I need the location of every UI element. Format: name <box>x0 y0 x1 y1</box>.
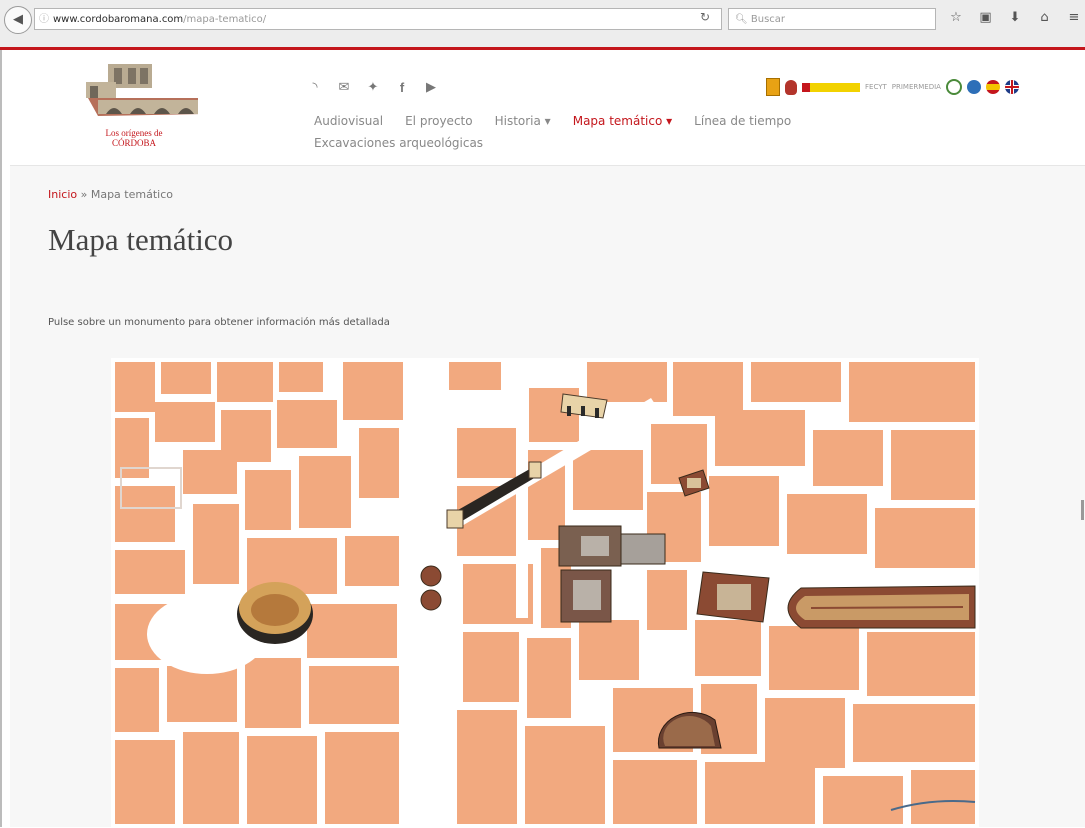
main-nav: Audiovisual El proyecto Historia ▾ Mapa … <box>314 110 914 154</box>
language-es-icon[interactable] <box>985 80 1000 94</box>
menu-icon[interactable]: ≡ <box>1066 10 1082 25</box>
site-header: Los orígenes de CÓRDOBA ◝ ✉ ✦ f ▶ Audiov… <box>10 50 1085 166</box>
breadcrumb-current: Mapa temático <box>90 188 173 201</box>
partner-logo-fecyt[interactable]: FECYT <box>865 83 887 91</box>
star-icon[interactable]: ☆ <box>948 10 964 25</box>
nav-item-historia[interactable]: Historia ▾ <box>495 110 551 132</box>
logo-text: Los orígenes de CÓRDOBA <box>74 128 194 148</box>
rss-icon[interactable]: ◝ <box>308 80 322 95</box>
url-path: /mapa-tematico/ <box>183 14 267 25</box>
partner-logo-primermedia[interactable]: PRIMERMEDIA <box>892 83 941 91</box>
thematic-map[interactable] <box>111 358 979 828</box>
nav-item-mapa-tematico[interactable]: Mapa temático ▾ <box>573 110 672 132</box>
page-title: Mapa temático <box>48 222 234 257</box>
instruction-text: Pulse sobre un monumento para obtener in… <box>48 317 390 328</box>
monument-circus[interactable] <box>787 585 976 629</box>
nav-item-linea-de-tiempo[interactable]: Línea de tiempo <box>694 110 791 132</box>
logo-text-line1: Los orígenes de <box>105 128 163 138</box>
site-info-icon[interactable]: ⓘ <box>39 9 49 29</box>
window-frame <box>0 0 2 827</box>
address-bar[interactable]: ⓘ www.cordobaromana.com/mapa-tematico/ <box>34 8 722 30</box>
back-button[interactable]: ◀ <box>4 6 32 34</box>
toolbar-icons: ☆ ▣ ⬇ ⌂ ≡ <box>948 10 1082 25</box>
search-input[interactable]: 🔍︎ Buscar <box>728 8 936 30</box>
scrollbar-thumb[interactable] <box>1081 500 1084 520</box>
map-image <box>111 358 979 828</box>
partner-logo-globe[interactable] <box>966 80 981 94</box>
download-icon[interactable]: ⬇ <box>1007 10 1023 25</box>
search-placeholder: Buscar <box>750 14 786 25</box>
twitter-icon[interactable]: ✦ <box>366 80 380 95</box>
roman-bridge-logo-image <box>86 64 208 116</box>
partner-logo-2[interactable] <box>785 79 797 95</box>
breadcrumb: Inicio » Mapa temático <box>48 188 173 201</box>
facebook-icon[interactable]: f <box>395 80 409 95</box>
reading-list-icon[interactable]: ▣ <box>978 10 994 25</box>
home-icon[interactable]: ⌂ <box>1037 10 1053 25</box>
monument-large-temple[interactable] <box>696 571 770 623</box>
breadcrumb-separator: » <box>80 188 88 201</box>
nav-item-el-proyecto[interactable]: El proyecto <box>405 110 473 132</box>
nav-item-excavaciones[interactable]: Excavaciones arqueológicas <box>314 132 483 154</box>
partner-logo-circle[interactable] <box>945 79 962 95</box>
nav-item-audiovisual[interactable]: Audiovisual <box>314 110 383 132</box>
partner-logos: FECYT PRIMERMEDIA <box>766 78 1019 96</box>
partner-logo-1[interactable] <box>766 78 780 96</box>
logo-text-line2: CÓRDOBA <box>111 138 156 148</box>
breadcrumb-home-link[interactable]: Inicio <box>48 188 77 201</box>
language-en-icon[interactable] <box>1004 80 1019 94</box>
reload-icon[interactable]: ↻ <box>700 10 710 24</box>
youtube-icon[interactable]: ▶ <box>424 80 438 95</box>
browser-toolbar: ◀ ⓘ www.cordobaromana.com/mapa-tematico/… <box>0 0 1085 50</box>
mail-icon[interactable]: ✉ <box>337 80 351 95</box>
page-content: Inicio » Mapa temático Mapa temático Pul… <box>10 166 1085 828</box>
url-domain: www.cordobaromana.com <box>53 14 184 25</box>
partner-logo-3[interactable] <box>802 82 860 92</box>
site-logo[interactable]: Los orígenes de CÓRDOBA <box>68 58 218 158</box>
monument-amphitheatre[interactable] <box>237 582 313 644</box>
social-links: ◝ ✉ ✦ f ▶ <box>308 80 438 95</box>
